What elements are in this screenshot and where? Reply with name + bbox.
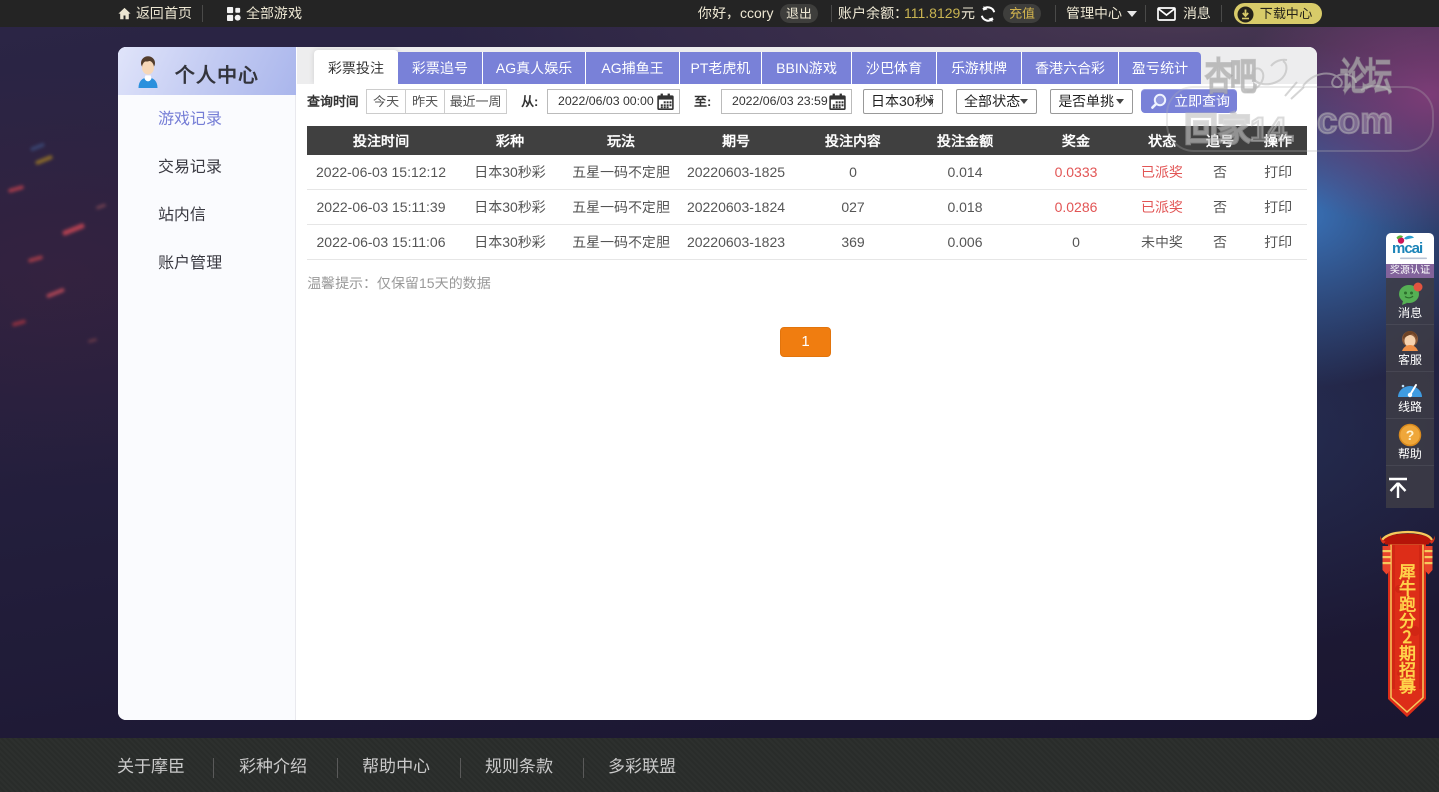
svg-text:犀牛跑分2期招募: 犀牛跑分2期招募 [1398,558,1417,697]
svg-text:?: ? [1406,427,1415,443]
svg-text:mcai: mcai [1392,240,1423,257]
